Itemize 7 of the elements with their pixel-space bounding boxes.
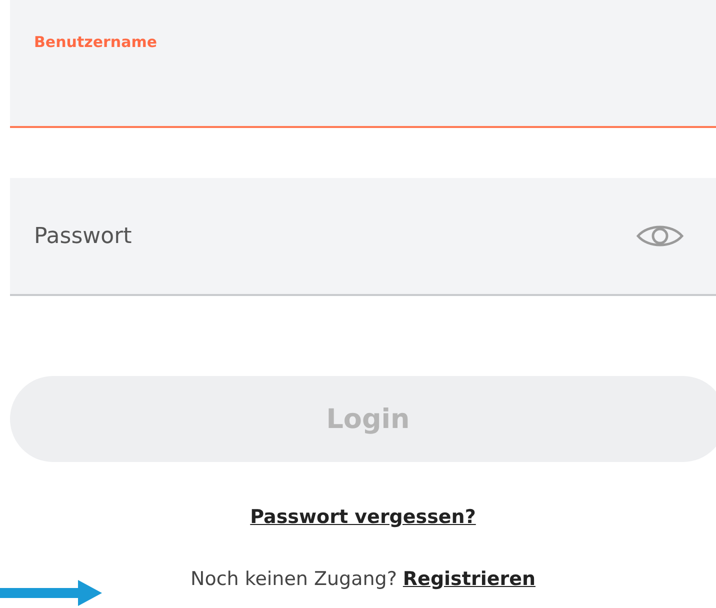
forgot-password-link[interactable]: Passwort vergessen? <box>250 506 476 528</box>
arrow-icon <box>0 580 102 606</box>
register-prompt: Noch keinen Zugang? <box>190 568 397 590</box>
password-placeholder: Passwort <box>34 224 132 248</box>
username-label: Benutzername <box>34 33 158 51</box>
register-link[interactable]: Registrieren <box>402 568 536 590</box>
password-field[interactable]: Passwort <box>10 178 716 296</box>
